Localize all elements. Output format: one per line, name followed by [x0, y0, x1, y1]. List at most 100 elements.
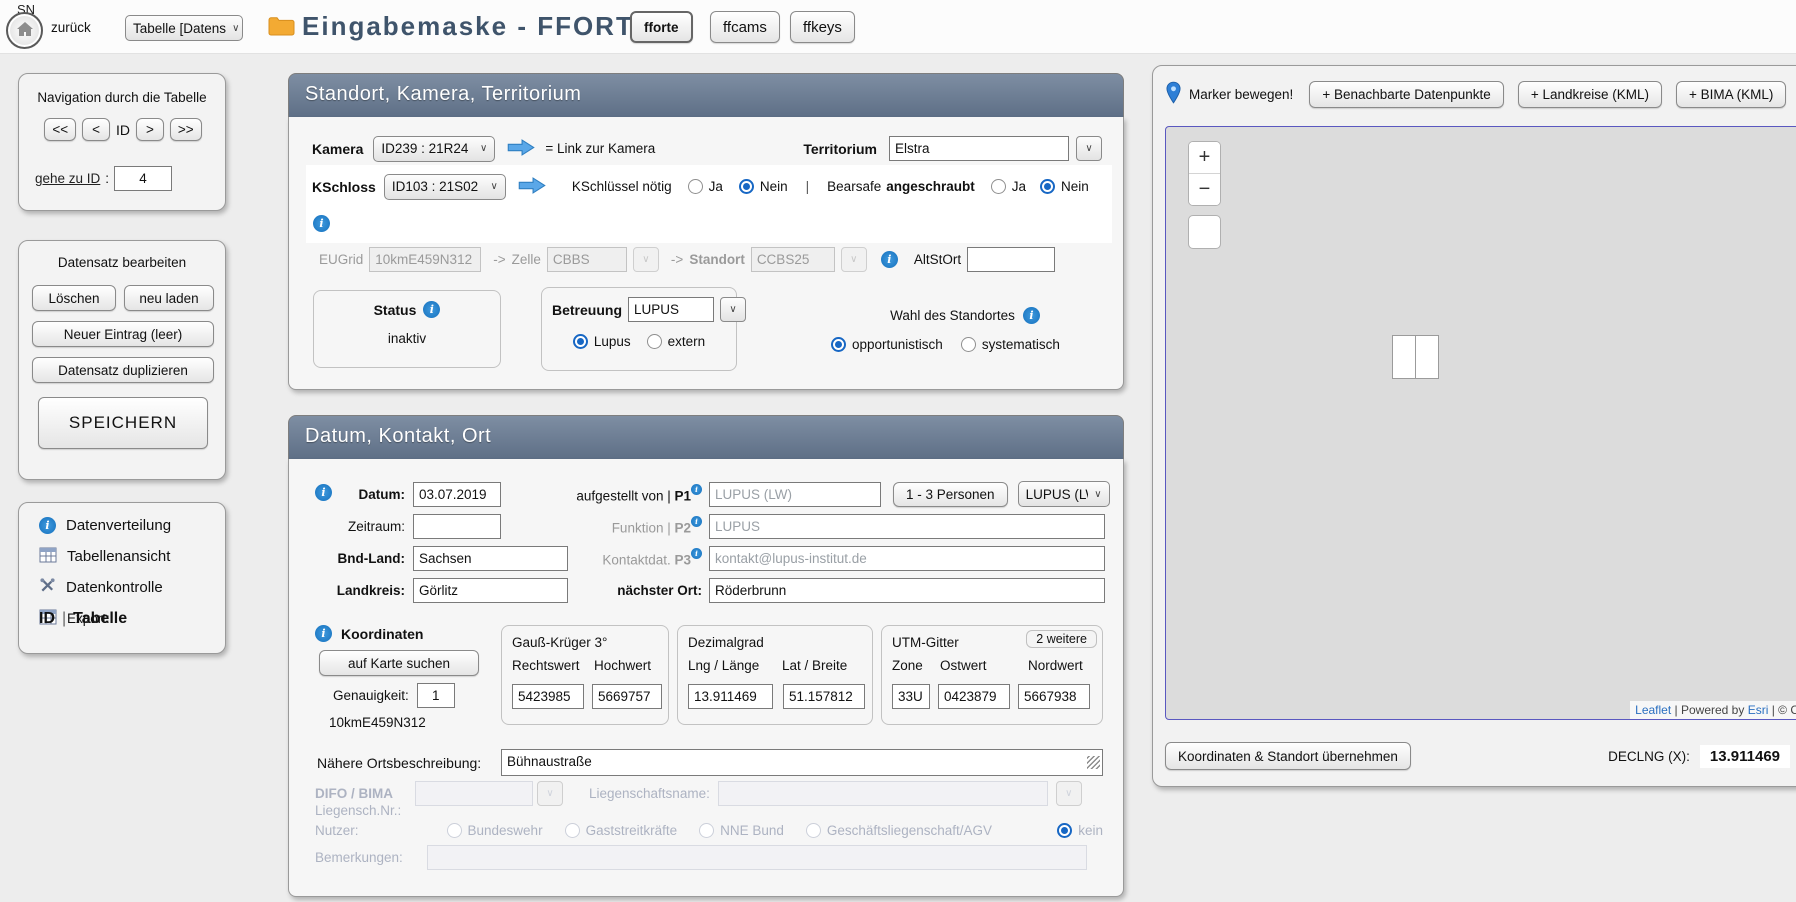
app-button-ffcams[interactable]: ffcams: [710, 11, 780, 43]
new-entry-button[interactable]: Neuer Eintrag (leer): [32, 321, 214, 347]
territorium-dropdown-button[interactable]: ∨: [1076, 136, 1102, 161]
ort-input[interactable]: [709, 578, 1105, 603]
info-icon[interactable]: [691, 548, 702, 559]
map-pin-icon: [1166, 81, 1181, 107]
leaflet-link[interactable]: Leaflet: [1635, 703, 1671, 717]
save-button[interactable]: SPEICHERN: [38, 397, 208, 449]
export-id-link[interactable]: ID: [39, 610, 55, 628]
gk-col2: Hochwert: [594, 658, 651, 673]
datenverteilung-link[interactable]: Datenverteilung: [39, 517, 171, 534]
utm-ostwert-input[interactable]: [938, 684, 1010, 709]
kschloss-label: KSchloss: [312, 179, 376, 195]
kschloss-select[interactable]: ID103 : 21S02 ∨: [384, 174, 506, 200]
betreuung-dropdown-button[interactable]: ∨: [720, 297, 746, 322]
genauigkeit-input[interactable]: [417, 683, 455, 708]
betreuung-input[interactable]: [628, 297, 714, 322]
utm-more-button[interactable]: 2 weitere: [1026, 630, 1097, 648]
duplicate-button[interactable]: Datensatz duplizieren: [32, 357, 214, 383]
delete-button[interactable]: Löschen: [32, 285, 116, 311]
nav-first-button[interactable]: <<: [44, 118, 76, 141]
datenkontrolle-link[interactable]: Datenkontrolle: [39, 577, 163, 597]
nav-prev-button[interactable]: <: [82, 118, 110, 141]
info-icon[interactable]: [315, 625, 332, 642]
app-button-fforte[interactable]: fforte: [630, 11, 693, 43]
nav-next-button[interactable]: >: [136, 118, 164, 141]
page-title: Eingabemaske - FFORTE: [302, 11, 653, 42]
territorium-label: Territorium: [803, 141, 877, 157]
info-icon[interactable]: [315, 484, 332, 501]
radio-label: Nein: [1061, 179, 1089, 194]
p2-input[interactable]: [709, 514, 1105, 539]
goto-id-link[interactable]: gehe zu ID: [35, 171, 100, 186]
landkreise-kml-button[interactable]: + Landkreise (KML): [1518, 81, 1662, 108]
nav-last-button[interactable]: >>: [170, 118, 202, 141]
map-layers-button[interactable]: [1188, 215, 1221, 249]
betreuung-lupus-radio[interactable]: [573, 334, 588, 349]
wahl-systematisch-radio[interactable]: [961, 337, 976, 352]
marker-image-placeholder[interactable]: [1392, 335, 1416, 379]
dezimalgrad-box: Dezimalgrad Lng / Länge Lat / Breite: [677, 625, 873, 725]
table-select[interactable]: Tabelle [Datens ∨: [125, 15, 243, 41]
dez-lat-input[interactable]: [783, 684, 865, 709]
info-icon[interactable]: [1023, 307, 1040, 324]
bearsafe-ja-option: Ja: [991, 179, 1026, 194]
wahl-systematisch-option: systematisch: [961, 337, 1060, 352]
map-canvas[interactable]: + − Leaflet | Powered by Esri | © C: [1165, 126, 1796, 720]
liegennr-dropdown-button: ∨: [537, 781, 563, 806]
zeitraum-label: Zeitraum:: [335, 519, 405, 534]
zoom-out-button[interactable]: −: [1189, 174, 1220, 205]
p1-select[interactable]: LUPUS (LW ∨: [1018, 481, 1110, 507]
personen-button[interactable]: 1 - 3 Personen: [893, 482, 1008, 507]
info-icon[interactable]: [881, 251, 898, 268]
tabellenansicht-link[interactable]: Tabellenansicht: [39, 547, 170, 566]
esri-link[interactable]: Esri: [1748, 703, 1769, 717]
bearsafe-ja-radio[interactable]: [991, 179, 1006, 194]
reload-button[interactable]: neu laden: [124, 285, 214, 311]
marker-image-placeholder[interactable]: [1415, 335, 1439, 379]
p1-input[interactable]: [709, 482, 881, 507]
bima-kml-button[interactable]: + BIMA (KML): [1676, 81, 1786, 108]
home-button[interactable]: [6, 12, 43, 49]
declng-value: 13.911469: [1700, 745, 1790, 768]
territorium-input[interactable]: [889, 136, 1069, 161]
koordinaten-uebernehmen-button[interactable]: Koordinaten & Standort übernehmen: [1165, 742, 1411, 770]
dez-lng-input[interactable]: [688, 684, 773, 709]
link-arrow-icon[interactable]: [518, 177, 546, 197]
standort-input: [751, 247, 835, 272]
wahl-opportunistisch-radio[interactable]: [831, 337, 846, 352]
altstort-input[interactable]: [967, 247, 1055, 272]
kschluessel-nein-radio[interactable]: [739, 179, 754, 194]
utm-zone-input[interactable]: [892, 684, 930, 709]
ortsbeschreibung-textarea[interactable]: Bühnaustraße: [501, 749, 1103, 776]
karte-suchen-button[interactable]: auf Karte suchen: [319, 650, 479, 676]
back-link[interactable]: zurück: [51, 20, 91, 35]
navigation-panel-title: Navigation durch die Tabelle: [19, 90, 225, 105]
gk-hochwert-input[interactable]: [592, 684, 662, 709]
resize-grip[interactable]: [1087, 756, 1100, 769]
utm-col1: Zone: [892, 658, 940, 673]
utm-nordwert-input[interactable]: [1018, 684, 1090, 709]
standort-dropdown-button: ∨: [841, 247, 867, 272]
kschluessel-ja-radio[interactable]: [688, 179, 703, 194]
info-icon[interactable]: [691, 484, 702, 495]
kamera-select-value: ID239 : 21R24: [381, 141, 468, 156]
export-tabelle-link[interactable]: Tabelle: [73, 610, 127, 628]
goto-id-input[interactable]: [114, 166, 172, 191]
info-icon[interactable]: [423, 301, 440, 318]
bearsafe-nein-radio[interactable]: [1040, 179, 1055, 194]
folder-icon: [268, 16, 295, 40]
benachbarte-datenpunkte-button[interactable]: + Benachbarte Datenpunkte: [1309, 81, 1504, 108]
info-icon[interactable]: [691, 516, 702, 527]
grid-ref-text: 10kmE459N312: [329, 715, 426, 730]
betreuung-extern-radio[interactable]: [647, 334, 662, 349]
zoom-in-button[interactable]: +: [1189, 142, 1220, 173]
kamera-select[interactable]: ID239 : 21R24 ∨: [373, 136, 495, 162]
p3-input[interactable]: [709, 546, 1105, 571]
info-icon[interactable]: [313, 215, 330, 232]
chevron-down-icon: ∨: [1094, 489, 1101, 500]
gk-rechtswert-input[interactable]: [512, 684, 584, 709]
app-button-ffkeys[interactable]: ffkeys: [790, 11, 855, 43]
link-arrow-icon[interactable]: [507, 139, 535, 159]
goto-id-colon: :: [105, 171, 109, 186]
nav-id-label: ID: [116, 122, 130, 138]
